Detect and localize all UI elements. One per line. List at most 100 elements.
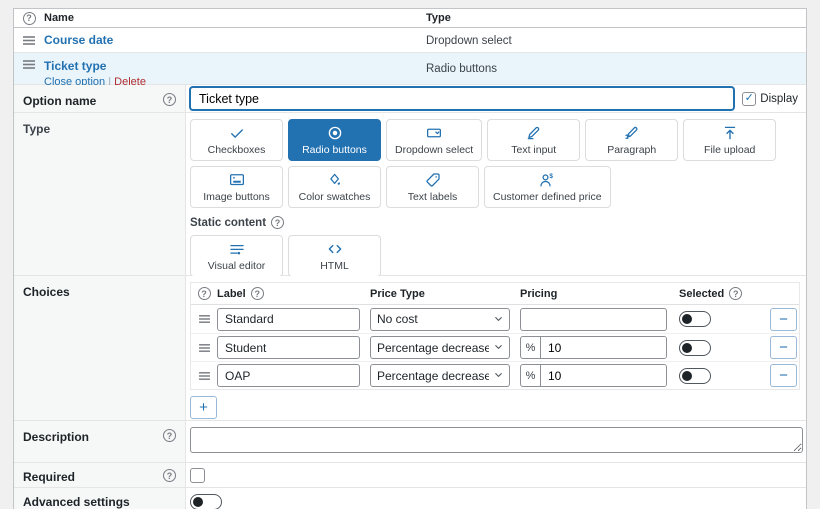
svg-text:$: $ [550, 173, 554, 180]
type-button-radio-buttons[interactable]: Radio buttons [288, 119, 381, 161]
help-icon[interactable] [23, 12, 36, 25]
description-textarea[interactable] [190, 427, 803, 453]
choice-label-input[interactable] [217, 364, 360, 387]
required-label: Required [23, 470, 75, 484]
option-name-label: Option name [23, 94, 96, 108]
advanced-settings-label: Advanced settings [23, 495, 130, 509]
drag-handle-icon[interactable] [22, 59, 36, 70]
text-input-icon [525, 124, 543, 142]
required-checkbox[interactable] [190, 468, 205, 483]
type-button-paragraph[interactable]: Paragraph [585, 119, 678, 161]
type-buttons-row-1: Checkboxes Radio buttons Dropdown select… [190, 119, 802, 161]
description-label: Description [23, 430, 89, 444]
type-button-checkboxes[interactable]: Checkboxes [190, 119, 283, 161]
file-upload-icon [721, 124, 739, 142]
type-button-visual-editor[interactable]: Visual editor [190, 235, 283, 277]
color-swatches-icon [326, 171, 344, 189]
help-icon[interactable] [271, 216, 284, 229]
pricing-input[interactable] [541, 365, 666, 386]
type-button-html[interactable]: HTML [288, 235, 381, 277]
option-name-link[interactable]: Ticket type [44, 59, 106, 73]
drag-handle-icon[interactable] [22, 35, 36, 46]
options-table-header: Name Type [14, 9, 806, 28]
choices-table-header: Label Price Type Pricing Selected [191, 283, 799, 305]
choices-table: Label Price Type Pricing Selected No cos… [190, 282, 800, 390]
display-label: Display [760, 93, 798, 105]
pricing-input[interactable] [520, 308, 667, 331]
choices-column-pricing: Pricing [520, 288, 667, 300]
image-buttons-icon [228, 171, 246, 189]
drag-handle-icon[interactable] [198, 343, 211, 353]
help-icon[interactable] [163, 469, 176, 482]
column-header-name: Name [44, 12, 426, 24]
remove-choice-button[interactable]: − [770, 364, 797, 387]
option-type-text: Radio buttons [426, 63, 497, 75]
help-icon[interactable] [163, 429, 176, 442]
drag-handle-icon[interactable] [198, 314, 211, 324]
add-choice-button[interactable]: + [190, 396, 217, 419]
dropdown-select-icon [425, 124, 443, 142]
option-row-ticket-type[interactable]: Ticket type Close option | Delete Radio … [14, 53, 806, 85]
advanced-settings-row: Advanced settings [14, 488, 806, 509]
option-row-course-date[interactable]: Course date Dropdown select [14, 28, 806, 53]
option-name-label-cell: Option name [14, 85, 186, 112]
text-labels-icon [424, 171, 442, 189]
pricing-input[interactable] [541, 337, 666, 358]
choice-row-standard: No cost − [191, 305, 799, 333]
type-label-cell: Type [14, 113, 186, 275]
visual-editor-icon [228, 240, 246, 258]
help-icon[interactable] [729, 287, 742, 300]
option-name-input[interactable] [190, 87, 734, 110]
type-button-image-buttons[interactable]: Image buttons [190, 166, 283, 208]
remove-choice-button[interactable]: − [770, 308, 797, 331]
percent-prefix: % [521, 337, 541, 358]
type-label: Type [23, 122, 50, 136]
choice-label-input[interactable] [217, 308, 360, 331]
type-buttons-row-2: Image buttons Color swatches Text labels… [190, 166, 802, 208]
choices-column-label: Label [217, 288, 246, 300]
type-button-file-upload[interactable]: File upload [683, 119, 776, 161]
price-type-select[interactable]: Percentage decrease [370, 336, 510, 359]
checkboxes-icon [228, 124, 246, 142]
choice-row-oap: Percentage decrease % − [191, 361, 799, 389]
static-content-buttons-row: Visual editor HTML [190, 235, 802, 277]
option-type-text: Dropdown select [426, 35, 512, 47]
price-type-select[interactable]: No cost [370, 308, 510, 331]
percent-prefix: % [521, 365, 541, 386]
choice-label-input[interactable] [217, 336, 360, 359]
option-name-link[interactable]: Course date [44, 33, 113, 47]
description-row: Description [14, 421, 806, 463]
required-label-cell: Required [14, 463, 186, 487]
choice-row-student: Percentage decrease % − [191, 333, 799, 361]
paragraph-icon [623, 124, 641, 142]
advanced-settings-label-cell: Advanced settings [14, 488, 186, 509]
help-icon[interactable] [163, 93, 176, 106]
remove-choice-button[interactable]: − [770, 336, 797, 359]
html-code-icon [326, 240, 344, 258]
selected-toggle[interactable] [679, 340, 711, 356]
choices-row: Choices Label Price Type Pricing Selecte… [14, 276, 806, 421]
choices-label: Choices [23, 285, 70, 299]
help-icon[interactable] [198, 287, 211, 300]
column-header-type: Type [426, 12, 806, 24]
description-label-cell: Description [14, 421, 186, 462]
choices-column-price-type: Price Type [370, 288, 510, 300]
drag-handle-icon[interactable] [198, 371, 211, 381]
product-options-panel: Name Type Course date Dropdown select Ti… [13, 8, 807, 509]
type-button-text-labels[interactable]: Text labels [386, 166, 479, 208]
type-button-dropdown-select[interactable]: Dropdown select [386, 119, 482, 161]
help-icon[interactable] [251, 287, 264, 300]
option-name-row: Option name Display [14, 85, 806, 113]
type-button-text-input[interactable]: Text input [487, 119, 580, 161]
display-checkbox[interactable] [742, 92, 756, 106]
type-button-color-swatches[interactable]: Color swatches [288, 166, 381, 208]
choices-column-selected: Selected [679, 288, 724, 300]
price-type-select[interactable]: Percentage decrease [370, 364, 510, 387]
type-button-customer-defined-price[interactable]: $ Customer defined price [484, 166, 611, 208]
selected-toggle[interactable] [679, 368, 711, 384]
advanced-settings-toggle[interactable] [190, 494, 222, 509]
selected-toggle[interactable] [679, 311, 711, 327]
customer-defined-price-icon: $ [538, 171, 556, 189]
static-content-label: Static content [190, 216, 802, 229]
type-row: Type Checkboxes Radio buttons Dropdown s… [14, 113, 806, 276]
